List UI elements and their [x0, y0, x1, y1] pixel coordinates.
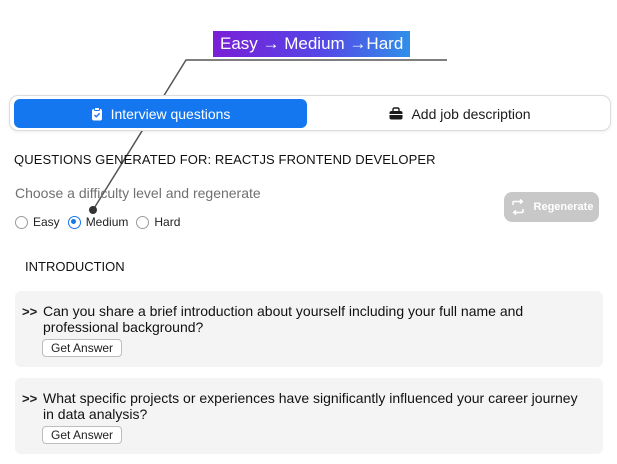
tab-label: Interview questions — [110, 105, 231, 122]
radio-label: Easy — [33, 215, 60, 229]
difficulty-callout: Easy → Medium →Hard — [213, 31, 411, 57]
section-title-introduction: INTRODUCTION — [25, 259, 125, 274]
question-card: >> What specific projects or experiences… — [15, 378, 603, 454]
briefcase-icon — [389, 107, 403, 120]
get-answer-button[interactable]: Get Answer — [42, 339, 123, 357]
radio-label: Medium — [85, 215, 129, 229]
question-text: Can you share a brief introduction about… — [43, 303, 524, 335]
radio-hard[interactable]: Hard — [136, 215, 180, 229]
clipboard-icon — [91, 106, 102, 120]
tab-bar: Interview questions Add job description — [9, 95, 611, 131]
radio-easy[interactable]: Easy — [15, 215, 60, 229]
chevron-double-right-icon: >> — [22, 391, 38, 406]
refresh-icon — [511, 199, 524, 215]
difficulty-prompt: Choose a difficulty level and regenerate — [15, 185, 261, 201]
page-title: QUESTIONS GENERATED FOR: REACTJS FRONTEN… — [14, 152, 436, 167]
regenerate-label: Regenerate — [533, 201, 594, 213]
regenerate-button[interactable]: Regenerate — [504, 192, 599, 222]
get-answer-button[interactable]: Get Answer — [42, 426, 123, 444]
question-card: >> Can you share a brief introduction ab… — [15, 291, 603, 367]
radio-circle[interactable] — [15, 215, 28, 229]
chevron-double-right-icon: >> — [22, 304, 38, 319]
tab-interview-questions[interactable]: Interview questions — [14, 99, 307, 128]
tab-add-job-description[interactable]: Add job description — [312, 99, 608, 128]
radio-label: Hard — [154, 215, 181, 229]
radio-circle[interactable] — [67, 215, 81, 229]
tab-label: Add job description — [411, 105, 531, 122]
radio-medium[interactable]: Medium — [67, 215, 129, 229]
question-text: What specific projects or experiences ha… — [43, 390, 578, 422]
radio-circle[interactable] — [136, 215, 150, 229]
difficulty-radio-group: Easy Medium Hard — [15, 215, 188, 229]
